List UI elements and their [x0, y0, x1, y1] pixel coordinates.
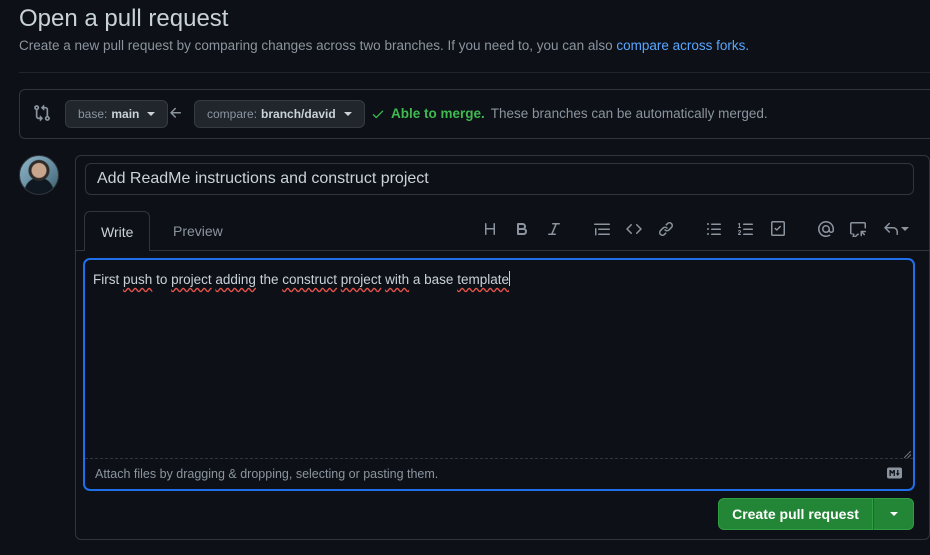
ordered-list-icon[interactable] [736, 219, 756, 239]
merge-status-detail: These branches can be automatically merg… [490, 106, 768, 121]
body-word: to [156, 272, 168, 287]
base-label: base: [78, 107, 108, 121]
mention-icon[interactable] [816, 219, 836, 239]
check-icon [372, 110, 384, 118]
link-icon[interactable] [656, 219, 676, 239]
compare-value: branch/david [261, 107, 336, 121]
tab-write[interactable]: Write [84, 211, 151, 251]
compare-branch-select[interactable]: compare: branch/david [194, 100, 365, 128]
body-word: base [424, 272, 454, 287]
body-word: First [93, 272, 120, 287]
base-value: main [111, 107, 140, 121]
code-icon[interactable] [624, 219, 644, 239]
body-word: the [259, 272, 279, 287]
body-word: push [123, 272, 153, 287]
body-word: project [171, 272, 212, 287]
body-text: First push to project adding the constru… [93, 271, 510, 287]
body-word: with [385, 272, 410, 287]
unordered-list-icon[interactable] [704, 219, 724, 239]
merge-status-label: Able to merge. [391, 106, 485, 121]
chevron-down-icon [343, 112, 352, 116]
body-word: project [340, 272, 382, 287]
chevron-down-icon [147, 112, 156, 116]
compare-label: compare: [207, 107, 258, 121]
subtitle-text: Create a new pull request by comparing c… [19, 38, 613, 53]
compare-across-forks-link[interactable]: compare across forks. [616, 38, 749, 53]
reference-icon[interactable] [848, 219, 868, 239]
create-pull-request-dropdown[interactable] [873, 498, 914, 530]
page-title: Open a pull request [19, 5, 229, 32]
heading-icon[interactable] [480, 219, 500, 239]
italic-icon[interactable] [544, 219, 564, 239]
create-pull-request-button[interactable]: Create pull request [718, 498, 873, 530]
title-input[interactable] [85, 163, 914, 195]
markdown-icon[interactable] [886, 467, 903, 479]
attach-divider [85, 458, 913, 459]
header-divider [19, 72, 930, 73]
body-word: template [457, 272, 509, 287]
git-compare-icon [34, 104, 50, 122]
body-word: adding [215, 272, 256, 287]
bold-icon[interactable] [512, 219, 532, 239]
task-list-icon[interactable] [768, 219, 788, 239]
page-subtitle: Create a new pull request by comparing c… [19, 38, 749, 53]
avatar[interactable] [19, 155, 59, 195]
chevron-down-icon [889, 512, 898, 516]
attach-files-hint[interactable]: Attach files by dragging & dropping, sel… [95, 467, 438, 481]
body-word: a [412, 272, 421, 287]
resize-handle-icon[interactable] [904, 451, 911, 458]
body-word: construct [282, 272, 338, 287]
tab-preview[interactable]: Preview [157, 211, 239, 251]
reply-icon[interactable] [880, 219, 912, 239]
quote-icon[interactable] [592, 219, 612, 239]
merge-status: Able to merge. These branches can be aut… [371, 106, 768, 121]
chevron-down-icon [901, 227, 909, 231]
text-cursor [508, 271, 510, 286]
body-textarea[interactable] [84, 259, 914, 490]
arrow-left-icon [170, 107, 181, 118]
base-branch-select[interactable]: base: main [65, 100, 169, 128]
